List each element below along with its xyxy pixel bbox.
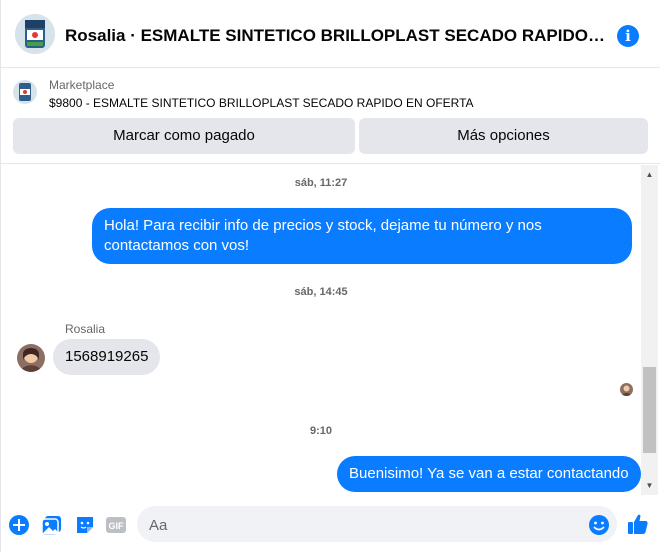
chat-header: Rosalia · ESMALTE SINTETICO BRILLOPLAST … bbox=[1, 0, 660, 68]
mark-as-paid-button[interactable]: Marcar como pagado bbox=[13, 118, 355, 154]
marketplace-thumbnail bbox=[13, 80, 37, 104]
marketplace-label: Marketplace bbox=[49, 78, 115, 92]
sticker-icon[interactable] bbox=[74, 514, 96, 536]
conversation-title[interactable]: Rosalia · ESMALTE SINTETICO BRILLOPLAST … bbox=[65, 26, 605, 46]
sender-avatar[interactable] bbox=[17, 344, 45, 372]
photo-icon[interactable] bbox=[41, 514, 63, 536]
message-input[interactable] bbox=[137, 506, 617, 542]
listing-title[interactable]: $9800 - ESMALTE SINTETICO BRILLOPLAST SE… bbox=[49, 96, 474, 110]
chat-window: Rosalia · ESMALTE SINTETICO BRILLOPLAST … bbox=[0, 0, 660, 552]
incoming-message[interactable]: 1568919265 bbox=[53, 339, 161, 375]
timestamp: 9:10 bbox=[309, 425, 333, 437]
emoji-icon[interactable] bbox=[588, 514, 610, 536]
timestamp: sáb, 14:45 bbox=[294, 286, 348, 298]
scroll-down-arrow[interactable]: ▼ bbox=[645, 481, 654, 490]
outgoing-message[interactable]: Buenisimo! Ya se van a estar contactando bbox=[337, 456, 641, 492]
more-options-button[interactable]: Más opciones bbox=[359, 118, 648, 154]
read-receipt-avatar bbox=[620, 383, 633, 396]
gif-icon[interactable]: GIF bbox=[105, 514, 127, 536]
message-input-placeholder: Aa bbox=[149, 517, 168, 534]
outgoing-message[interactable]: Hola! Para recibir info de precios y sto… bbox=[92, 208, 632, 264]
scroll-up-arrow[interactable]: ▲ bbox=[645, 170, 654, 179]
product-thumbnail[interactable] bbox=[15, 14, 55, 54]
message-thread: sáb, 11:27 Hola! Para recibir info de pr… bbox=[1, 165, 641, 495]
info-icon[interactable]: i bbox=[617, 25, 639, 47]
scrollbar-thumb[interactable] bbox=[643, 367, 656, 453]
timestamp: sáb, 11:27 bbox=[294, 177, 348, 189]
thumbs-up-icon[interactable] bbox=[626, 512, 650, 536]
gif-label: GIF bbox=[109, 521, 125, 531]
sender-name: Rosalia bbox=[65, 322, 106, 336]
add-icon[interactable] bbox=[8, 514, 30, 536]
